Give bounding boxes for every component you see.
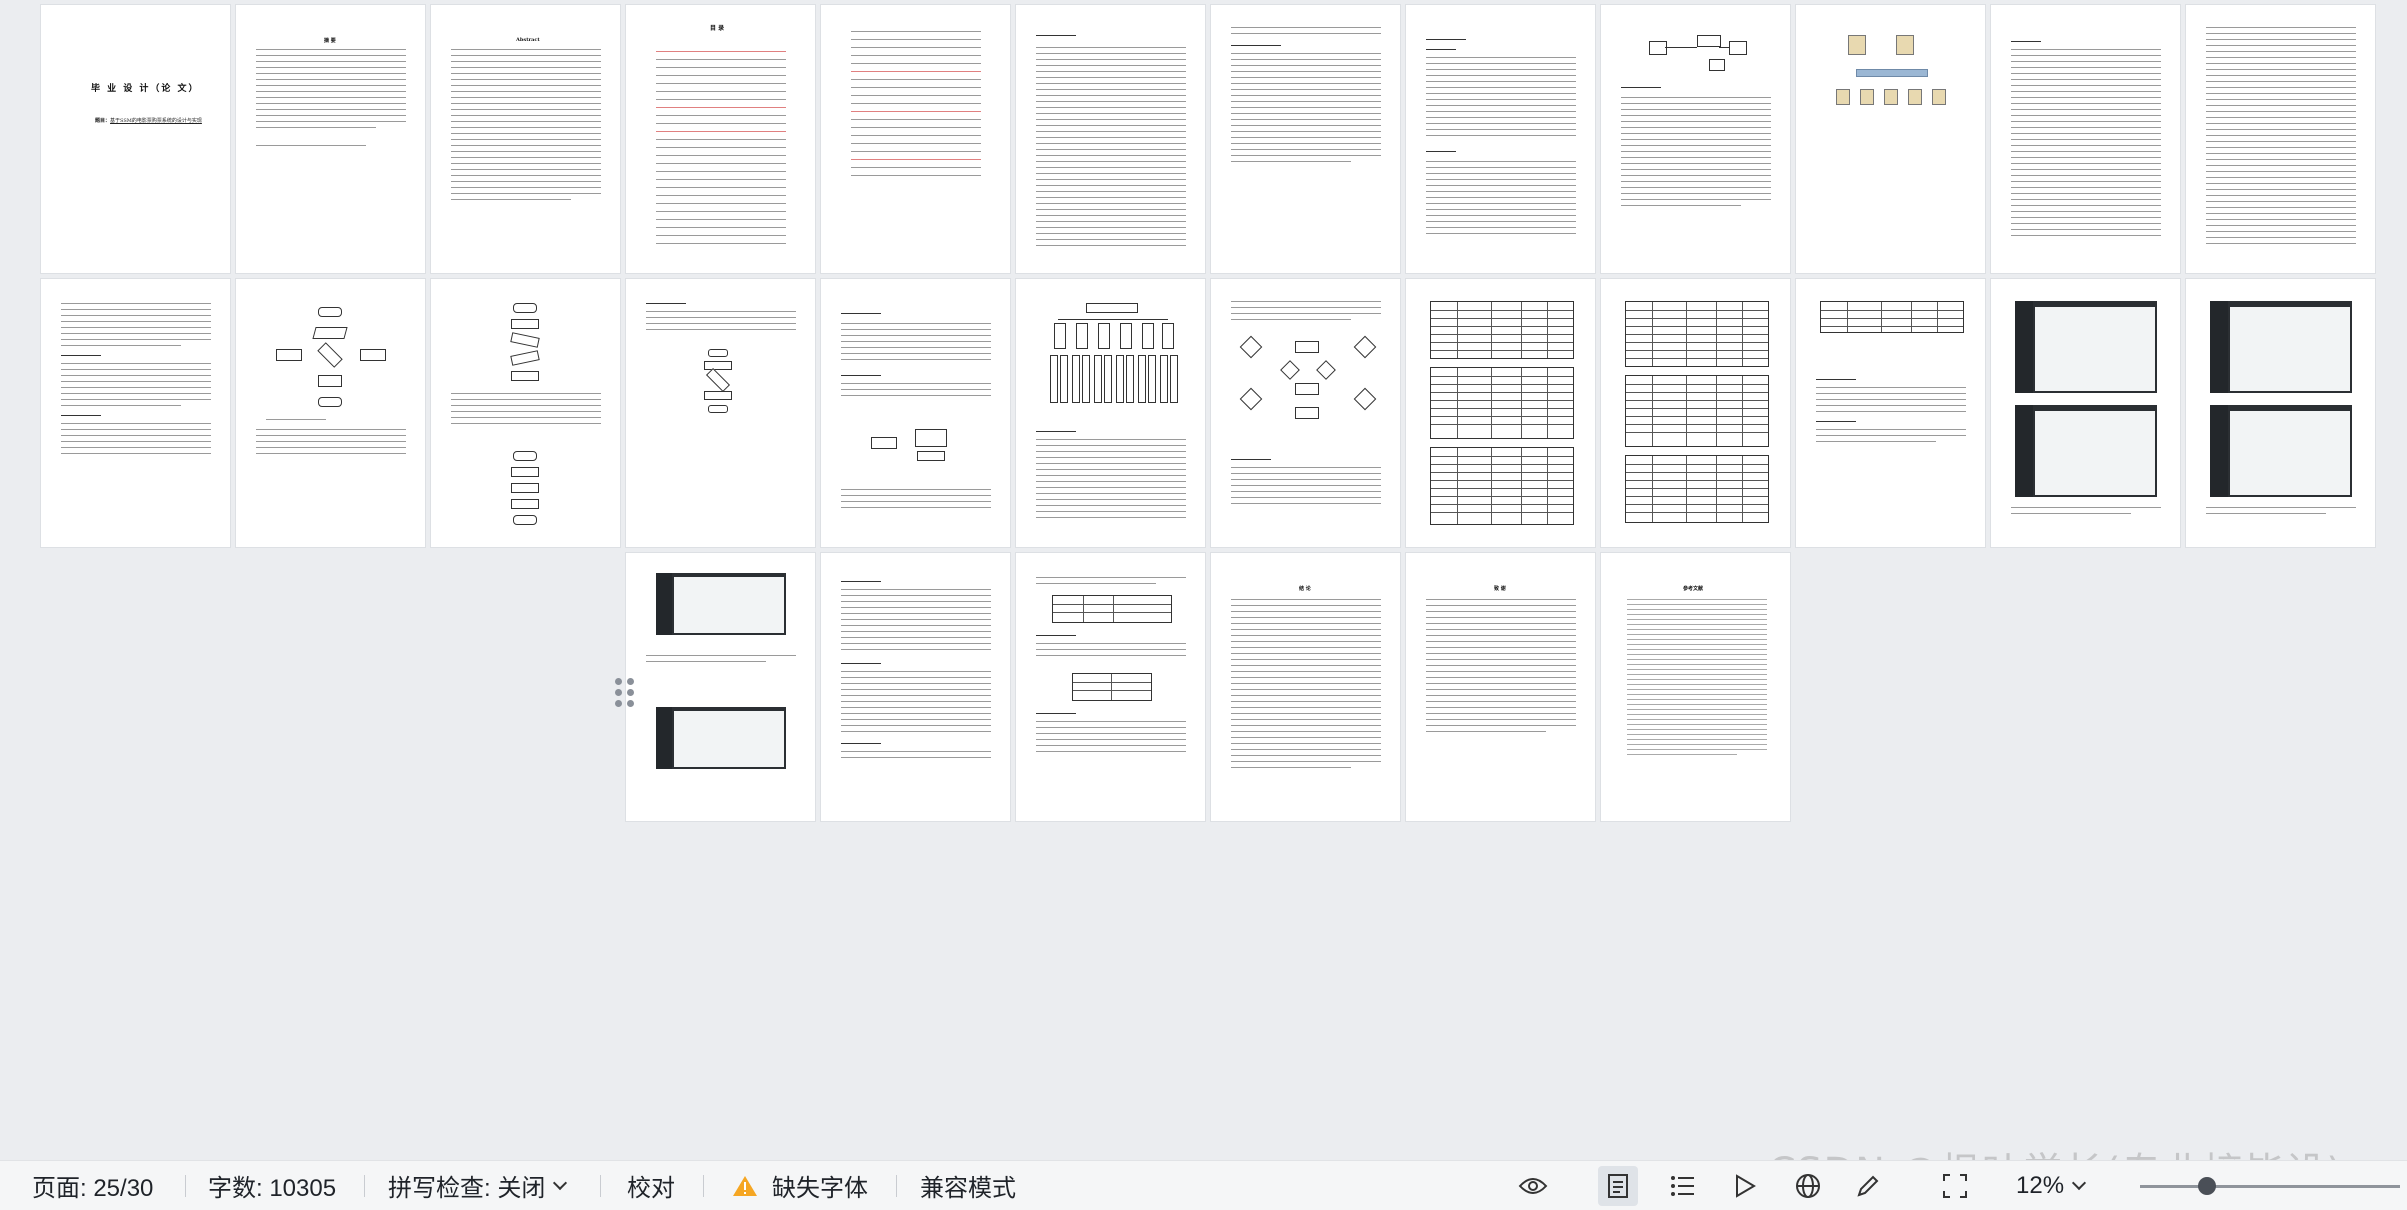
- page-view-icon[interactable]: [1598, 1166, 1638, 1206]
- page-20[interactable]: [1406, 279, 1595, 547]
- document-canvas[interactable]: 毕 业 设 计（论 文） 题目：基于SSM的电影票购票系统的设计与实现 摘 要 …: [0, 0, 2407, 1160]
- page-15[interactable]: [431, 279, 620, 547]
- references-heading: 参考文献: [1683, 586, 1704, 592]
- page-3[interactable]: Abstract: [431, 5, 620, 273]
- cover-title: 毕 业 设 计（论 文）: [91, 84, 200, 94]
- pen-icon[interactable]: [1853, 1171, 1883, 1201]
- page-28[interactable]: 结 论: [1211, 553, 1400, 821]
- cover-subtitle: 题目：基于SSM的电影票购票系统的设计与实现: [95, 118, 202, 124]
- abstract-en-heading: Abstract: [516, 37, 540, 43]
- page-11[interactable]: [1991, 5, 2180, 273]
- zoom-slider-handle[interactable]: [2198, 1177, 2216, 1195]
- page-7[interactable]: [1211, 5, 1400, 273]
- thanks-heading: 致 谢: [1494, 586, 1506, 592]
- zoom-level[interactable]: 12%: [2016, 1161, 2087, 1210]
- page-24[interactable]: [2186, 279, 2375, 547]
- page-29[interactable]: 致 谢: [1406, 553, 1595, 821]
- outline-icon[interactable]: [1668, 1171, 1698, 1201]
- missing-fonts-label: 缺失字体: [772, 1175, 868, 1202]
- page-16[interactable]: [626, 279, 815, 547]
- page-5[interactable]: [821, 5, 1010, 273]
- word-count[interactable]: 字数: 10305: [208, 1161, 336, 1210]
- page-25[interactable]: [626, 553, 815, 821]
- warning-icon: [733, 1175, 757, 1196]
- page-22[interactable]: [1796, 279, 1985, 547]
- play-icon[interactable]: [1730, 1171, 1760, 1201]
- status-bar: 页面: 25/30 字数: 10305 拼写检查: 关闭 校对 缺失字体 兼容模…: [0, 1160, 2407, 1210]
- spellcheck-label: 拼写检查: 关闭: [388, 1175, 546, 1202]
- page-21[interactable]: [1601, 279, 1790, 547]
- globe-icon[interactable]: [1793, 1171, 1823, 1201]
- page-26[interactable]: [821, 553, 1010, 821]
- conclusion-heading: 结 论: [1299, 586, 1311, 592]
- page-10[interactable]: [1796, 5, 1985, 273]
- zoom-label: 12%: [2016, 1171, 2065, 1199]
- page-12[interactable]: [2186, 5, 2375, 273]
- abstract-cn-heading: 摘 要: [324, 38, 336, 44]
- chevron-down-icon: [2071, 1175, 2087, 1190]
- toc-heading: 目 录: [710, 25, 725, 32]
- page-17[interactable]: [821, 279, 1010, 547]
- page-30[interactable]: 参考文献: [1601, 553, 1790, 821]
- eye-icon[interactable]: [1518, 1171, 1548, 1201]
- drag-handle[interactable]: [611, 674, 635, 710]
- page-13[interactable]: [41, 279, 230, 547]
- fit-page-icon[interactable]: [1940, 1171, 1970, 1201]
- page-27[interactable]: [1016, 553, 1205, 821]
- page-9[interactable]: [1601, 5, 1790, 273]
- spellcheck-toggle[interactable]: 拼写检查: 关闭: [388, 1161, 568, 1210]
- page-19[interactable]: [1211, 279, 1400, 547]
- zoom-slider[interactable]: [2140, 1185, 2400, 1188]
- proofread-button[interactable]: 校对: [627, 1161, 675, 1210]
- compat-mode-label: 兼容模式: [920, 1175, 1016, 1202]
- page-18[interactable]: [1016, 279, 1205, 547]
- page-8[interactable]: [1406, 5, 1595, 273]
- page-indicator[interactable]: 页面: 25/30: [32, 1161, 153, 1210]
- page-6[interactable]: [1016, 5, 1205, 273]
- page-23[interactable]: [1991, 279, 2180, 547]
- missing-fonts-button[interactable]: 缺失字体: [732, 1161, 868, 1210]
- page-1[interactable]: 毕 业 设 计（论 文） 题目：基于SSM的电影票购票系统的设计与实现: [41, 5, 230, 273]
- chevron-down-icon: [553, 1175, 568, 1190]
- page-14[interactable]: [236, 279, 425, 547]
- page-4[interactable]: 目 录: [626, 5, 815, 273]
- page-2[interactable]: 摘 要: [236, 5, 425, 273]
